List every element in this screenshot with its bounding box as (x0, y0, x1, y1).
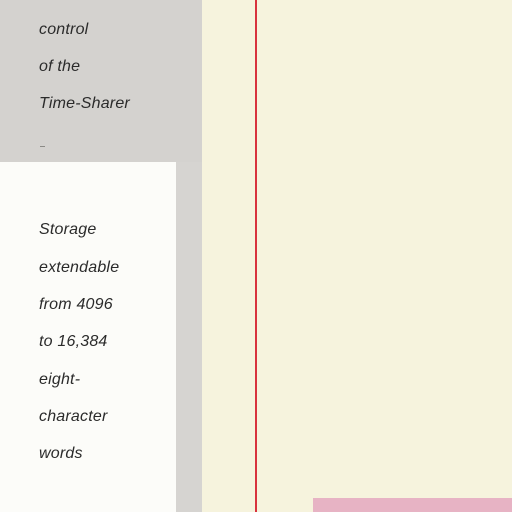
top-text-line-2: of the (39, 58, 81, 75)
card-text-line-3: from 4096 (39, 296, 113, 313)
card-text-line-4: to 16,384 (39, 333, 108, 350)
small-dash-mark (40, 146, 45, 147)
gray-top-panel (0, 0, 202, 162)
card-text-line-6: character (39, 408, 108, 425)
card-text-line-5: eight- (39, 371, 81, 388)
card-text-line-7: words (39, 445, 83, 462)
red-vertical-rule (255, 0, 257, 512)
pink-corner-block (313, 498, 512, 512)
card-text-line-2: extendable (39, 259, 120, 276)
document-page: control of the Time-Sharer Storage exten… (0, 0, 512, 512)
card-text-line-1: Storage (39, 221, 97, 238)
top-text-line-3: Time-Sharer (39, 95, 130, 112)
top-text-line-1: control (39, 21, 89, 38)
